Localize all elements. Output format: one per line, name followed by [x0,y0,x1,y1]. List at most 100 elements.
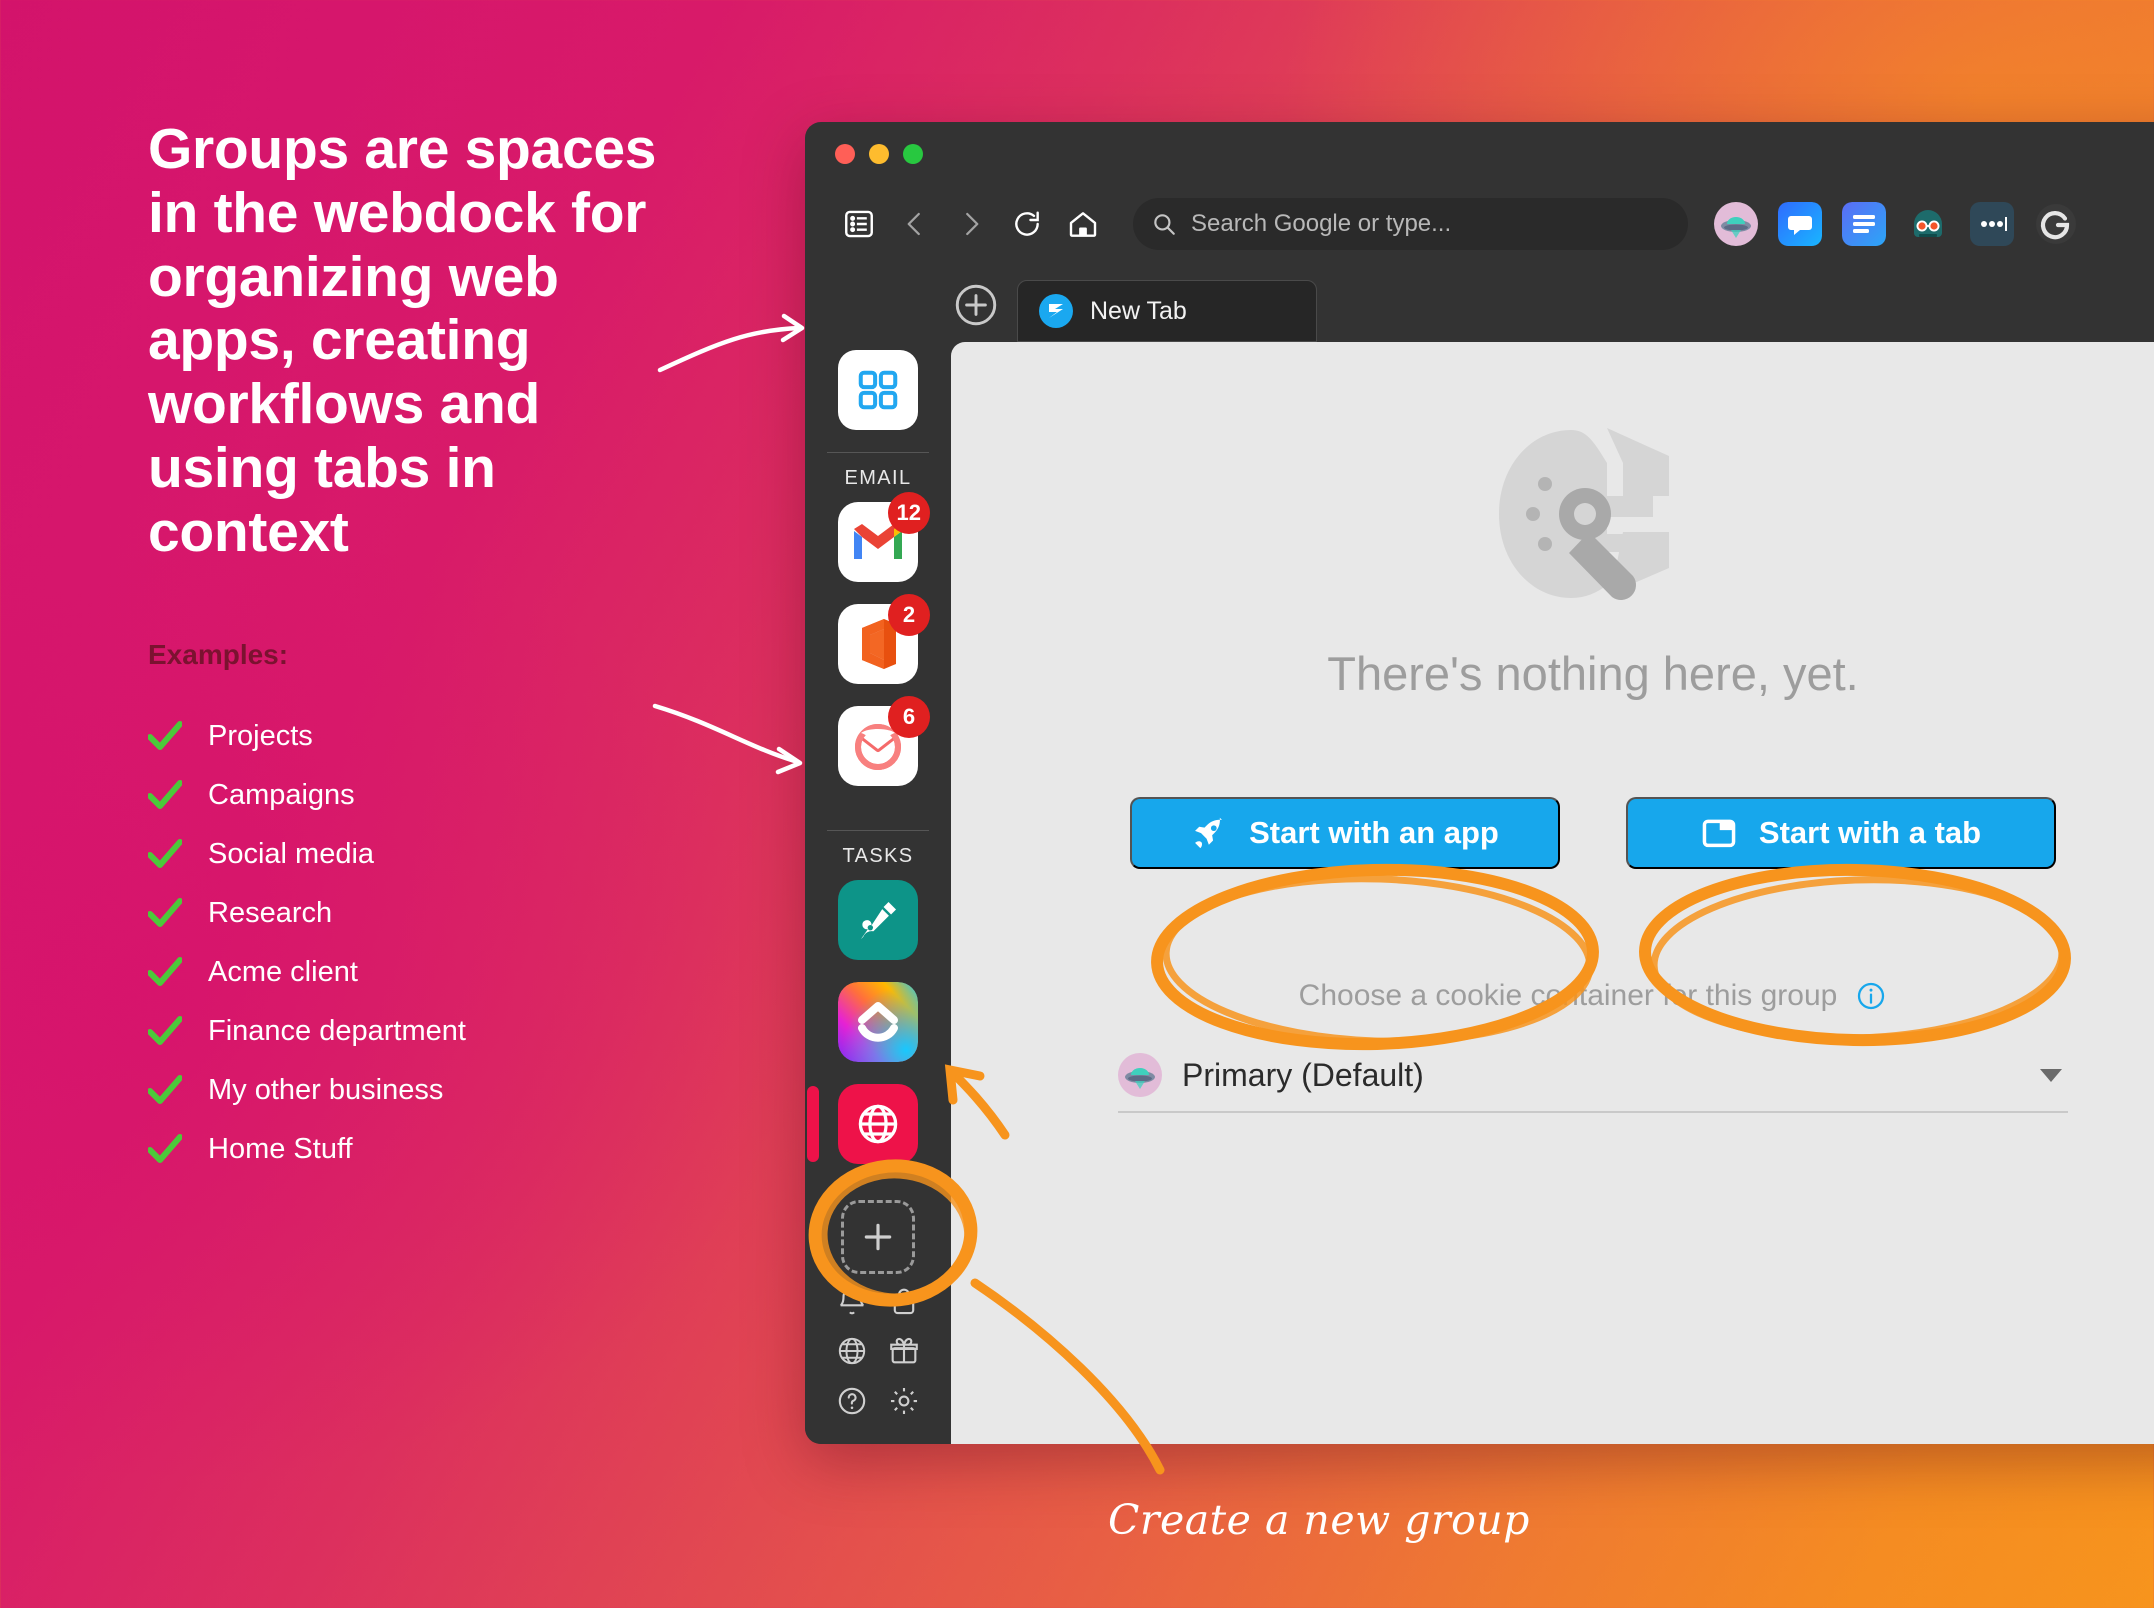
forward-icon[interactable] [943,196,999,252]
list-item-label: Campaigns [208,778,355,811]
check-icon [148,1134,182,1164]
shift-logo-icon [1039,294,1073,328]
chevron-down-icon[interactable] [2040,1068,2062,1082]
gear-icon[interactable] [887,1384,921,1418]
dock-section-label-email: EMAIL [844,467,912,489]
active-group-indicator [807,1086,819,1162]
empty-state-text: There's nothing here, yet. [1327,647,1859,700]
start-with-tab-button[interactable]: Start with a tab [1626,797,2056,869]
search-input[interactable]: Search Google or type... [1133,198,1688,250]
cookie-container-select[interactable]: Primary (Default) [1118,1039,2068,1113]
cookie-container-value: Primary (Default) [1182,1056,1424,1093]
browser-toolbar: Search Google or type... [805,182,2154,266]
window-titlebar [805,122,2154,182]
badge-count: 2 [888,594,930,636]
grammarly-g-icon[interactable] [2034,202,2078,246]
promo-panel: Groups are spaces in the webdock for org… [148,117,678,1179]
web-globe-app-icon [858,1104,898,1144]
list-item: Home Stuff [148,1120,678,1179]
dock-app-pen[interactable] [838,880,918,960]
dock-divider [827,830,929,831]
check-icon [148,898,182,928]
list-item: Projects [148,707,678,766]
rocket-icon [1195,817,1223,849]
list-item-label: Projects [208,719,313,752]
start-with-app-button[interactable]: Start with an app [1130,797,1560,869]
webdock-footer [805,1284,951,1418]
sidebar-toggle-icon[interactable] [831,196,887,252]
list-item-label: Research [208,896,333,929]
dock-app-clickup[interactable] [838,982,918,1062]
shift-mascot-icon [1499,428,1669,600]
cta-button-row: Start with an app Start with a tab [1130,797,2056,869]
bell-icon[interactable] [835,1284,869,1318]
check-icon [148,780,182,810]
start-with-app-label: Start with an app [1249,815,1499,850]
dock-divider [827,452,929,453]
list-item: Finance department [148,1002,678,1061]
group-tile-button[interactable] [838,350,918,430]
examples-label: Examples: [148,638,289,670]
dock-app-mail[interactable]: 6 [838,696,930,786]
reload-icon[interactable] [999,196,1055,252]
tab-new-tab[interactable]: New Tab [1017,280,1317,342]
chat-bubble-icon[interactable] [1778,202,1822,246]
dock-app-gmail[interactable]: 12 [838,492,930,582]
window-body: EMAIL 12 2 6 TASKS There's nothing here,… [805,342,2154,1444]
list-item: Social media [148,825,678,884]
close-button[interactable] [835,144,855,164]
check-icon [148,957,182,987]
badge-count: 6 [888,696,930,738]
check-icon [148,1075,182,1105]
search-icon [1154,214,1175,235]
plus-icon [864,1223,892,1251]
add-group-button[interactable] [841,1200,915,1274]
new-tab-button[interactable] [951,280,1001,330]
dock-app-web[interactable] [807,1084,918,1164]
list-item-label: My other business [208,1073,444,1106]
gift-icon[interactable] [887,1334,921,1368]
group-empty-state: There's nothing here, yet. Start with an… [951,342,2154,1444]
grid-squares-icon [858,370,898,410]
list-item-label: Finance department [208,1014,466,1047]
check-icon [148,839,182,869]
folder-tab-icon [1702,819,1736,848]
list-item-label: Social media [208,837,375,870]
glasses-bot-icon[interactable] [1906,202,1950,246]
dock-section-label-tasks: TASKS [842,845,914,867]
list-item: Campaigns [148,766,678,825]
check-icon [148,1016,182,1046]
back-icon[interactable] [887,196,943,252]
pen-nib-app-icon [860,901,897,940]
list-item: My other business [148,1061,678,1120]
lock-icon[interactable] [887,1284,921,1318]
home-icon[interactable] [1055,196,1111,252]
list-item-label: Home Stuff [208,1132,353,1165]
webdock-sidebar: EMAIL 12 2 6 TASKS [805,342,951,1444]
ufo-avatar-icon [1118,1053,1162,1097]
clickup-app-icon [838,982,918,1062]
arrow-to-group-tile [657,325,803,373]
help-circle-icon[interactable] [835,1384,869,1418]
badge-count: 12 [887,492,930,534]
start-with-tab-label: Start with a tab [1758,815,1982,850]
examples-list: Projects Campaigns Social media Research… [148,707,678,1179]
extensions-row [1714,202,2078,246]
maximize-button[interactable] [903,144,923,164]
ufo-avatar-icon[interactable] [1714,202,1758,246]
reader-lines-icon[interactable] [1842,202,1886,246]
page-title: Groups are spaces in the webdock for org… [148,117,657,564]
dock-app-office[interactable]: 2 [838,594,930,684]
list-item: Acme client [148,943,678,1002]
info-circle-icon[interactable] [1855,980,1887,1012]
tab-title: New Tab [1090,296,1187,325]
search-placeholder: Search Google or type... [1191,210,1452,237]
create-group-caption: Create a new group [1108,1496,1530,1544]
list-item: Research [148,884,678,943]
cookie-container-hint-label: Choose a cookie container for this group [1298,979,1838,1012]
check-icon [148,721,182,751]
tab-strip: New Tab [805,266,2154,342]
password-dots-icon[interactable] [1970,202,2014,246]
minimize-button[interactable] [869,144,889,164]
globe-icon[interactable] [835,1334,869,1368]
